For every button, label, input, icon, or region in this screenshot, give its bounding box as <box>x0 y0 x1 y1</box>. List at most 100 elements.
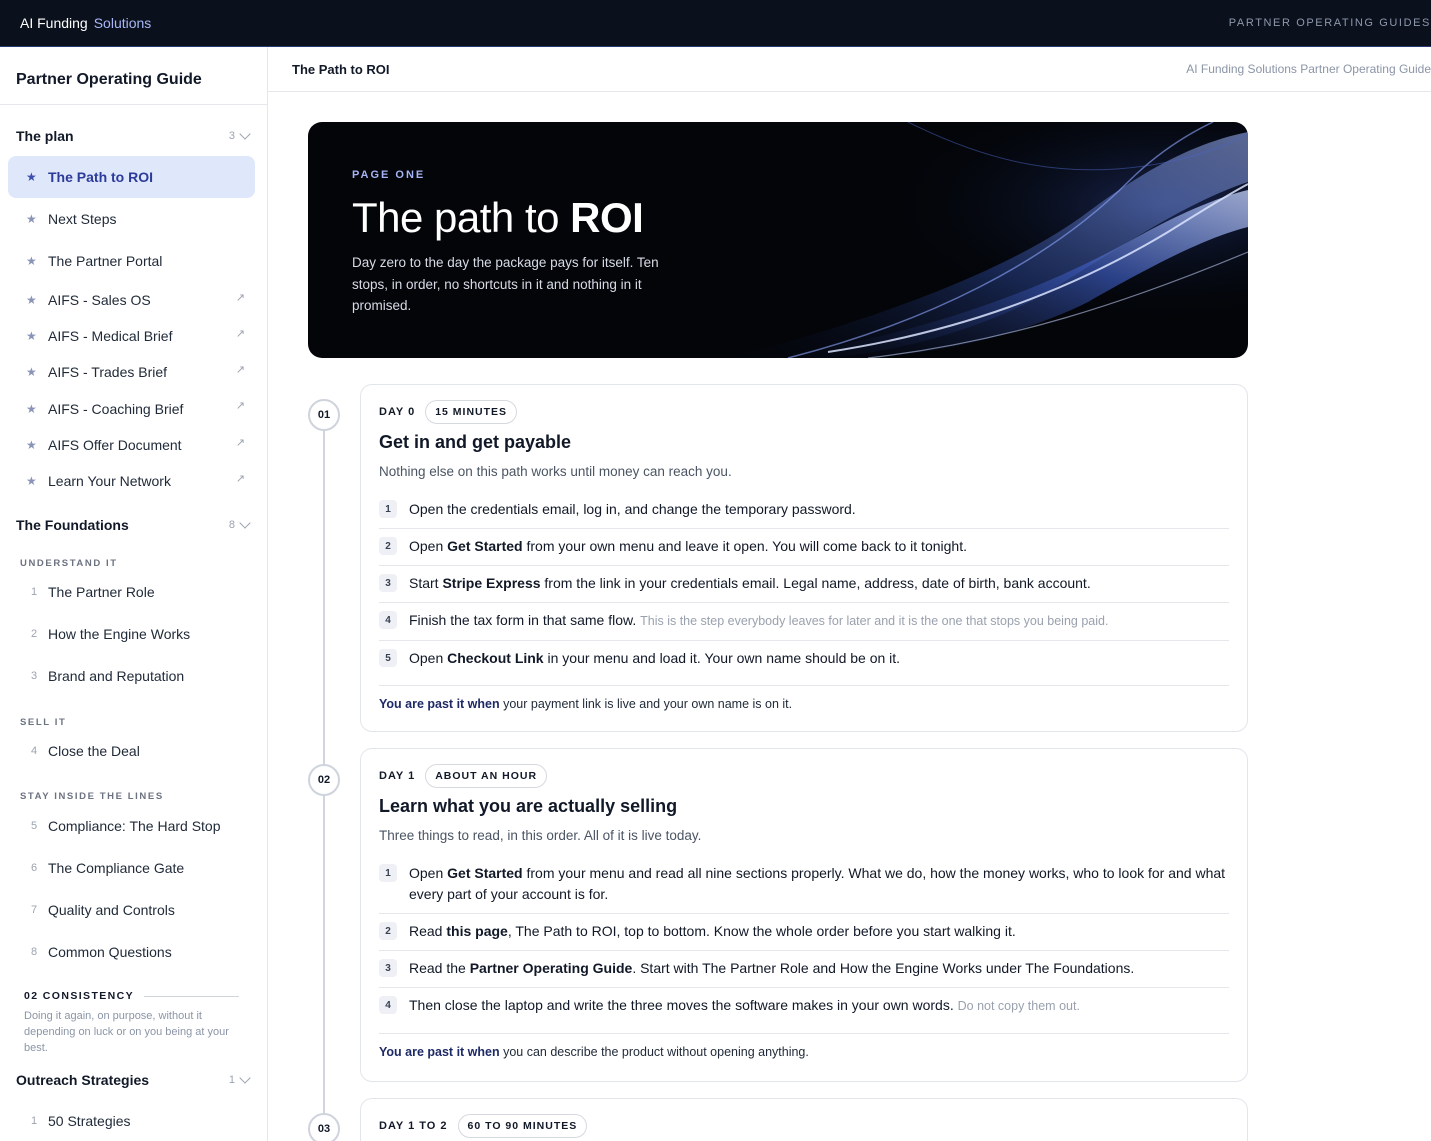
sidebar-item-the-path-to-roi[interactable]: ★ The Path to ROI <box>8 156 255 198</box>
completion-label: You are past it when <box>379 1045 500 1059</box>
group-heading-sell-it: SELL IT <box>20 717 67 728</box>
completion-criteria: You are past it when your payment link i… <box>379 685 1229 711</box>
sidebar-item-label: 50 Strategies <box>48 1113 131 1129</box>
sidebar-item-next-steps[interactable]: ★ Next Steps <box>8 198 255 240</box>
stop-title: Get in and get payable <box>379 432 572 452</box>
partner-guides-link[interactable]: PARTNER OPERATING GUIDES <box>1229 17 1431 29</box>
step-text: Read the Partner Operating Guide. Start … <box>409 958 1134 979</box>
hero-title: The path to ROI <box>352 194 644 242</box>
sidebar-item-aifs-coaching-brief[interactable]: ★ AIFS - Coaching Brief ↗ <box>8 390 255 427</box>
external-link-icon: ↗ <box>235 437 245 449</box>
sidebar-item-label: Close the Deal <box>48 743 140 759</box>
section-label: Outreach Strategies <box>16 1072 150 1088</box>
item-number: 2 <box>31 628 38 640</box>
external-link-icon: ↗ <box>235 473 245 485</box>
duration-badge: ABOUT AN HOUR <box>425 764 548 788</box>
step-text-part: from your menu and read all nine section… <box>409 865 1226 902</box>
section-header-the-plan[interactable]: The plan 3 <box>0 116 267 156</box>
consistency-text: Doing it again, on purpose, without it d… <box>24 1010 229 1054</box>
sidebar-item-label: Brand and Reputation <box>48 668 185 684</box>
sidebar-item-the-compliance-gate[interactable]: 6 The Compliance Gate <box>8 847 255 889</box>
step-list: 1 Open Get Started from your menu and rea… <box>379 856 1229 1025</box>
step-text-part: Open <box>409 865 448 881</box>
sidebar-item-label: Learn Your Network <box>48 473 171 489</box>
step-number: 4 <box>379 996 397 1014</box>
completion-label: You are past it when <box>379 697 500 711</box>
sidebar-item-the-partner-portal[interactable]: ★ The Partner Portal <box>8 240 255 282</box>
item-number: 6 <box>31 862 38 874</box>
sidebar-item-label: The Partner Portal <box>48 253 163 269</box>
item-number: 4 <box>31 745 38 757</box>
sidebar: Partner Operating Guide The plan 3 ★ The… <box>0 47 268 1141</box>
sidebar-item-label: AIFS - Medical Brief <box>48 328 173 344</box>
sidebar-item-close-the-deal[interactable]: 4 Close the Deal <box>8 730 255 772</box>
step-note: Do not copy them out. <box>957 999 1080 1013</box>
section-header-the-foundations[interactable]: The Foundations 8 <box>0 505 267 545</box>
step-list: 1 Open the credentials email, log in, and… <box>379 492 1229 677</box>
hero-title-bold: ROI <box>570 194 644 241</box>
step-text: Read this page, The Path to ROI, top to … <box>409 921 1016 942</box>
step-text-part: from the link in your credentials email.… <box>540 575 1091 591</box>
sidebar-item-aifs-offer-document[interactable]: ★ AIFS Offer Document ↗ <box>8 427 255 463</box>
step-emphasis: Checkout Link <box>447 650 544 666</box>
step-text: Open Checkout Link in your menu and load… <box>409 648 900 669</box>
sidebar-item-label: AIFS - Coaching Brief <box>48 400 184 417</box>
step-item: 5 Open Checkout Link in your menu and loa… <box>379 641 1229 677</box>
step-number: 1 <box>379 500 397 518</box>
consistency-note: 02 CONSISTENCY Doing it again, on purpos… <box>24 990 239 1056</box>
day-label: DAY 1 TO 2 <box>379 1120 448 1132</box>
step-text: Open the credentials email, log in, and … <box>409 499 856 520</box>
sidebar-item-common-questions[interactable]: 8 Common Questions <box>8 931 255 973</box>
step-number: 4 <box>379 611 397 629</box>
step-item: 2 Read this page, The Path to ROI, top to… <box>379 914 1229 951</box>
item-number: 3 <box>31 670 38 682</box>
step-text-part: Finish the tax form in that same flow. <box>409 612 641 628</box>
main-content: The Path to ROI AI Funding Solutions Par… <box>268 47 1431 1141</box>
step-number: 5 <box>379 649 397 667</box>
sidebar-item-quality-and-controls[interactable]: 7 Quality and Controls <box>8 889 255 931</box>
stop-card: DAY 1 ABOUT AN HOUR Learn what you are a… <box>360 748 1248 1082</box>
sidebar-item-aifs-sales-os[interactable]: ★ AIFS - Sales OS ↗ <box>8 282 255 318</box>
sidebar-item-label: Quality and Controls <box>48 902 175 918</box>
step-text: Finish the tax form in that same flow. T… <box>409 610 1108 632</box>
sidebar-item-brand-and-reputation[interactable]: 3 Brand and Reputation <box>8 655 255 697</box>
step-text-part: Read <box>409 923 447 939</box>
item-number: 8 <box>31 946 38 958</box>
hero-banner: PAGE ONE The path to ROI Day zero to the… <box>308 122 1248 358</box>
sidebar-item-label: Common Questions <box>48 944 172 960</box>
item-number: 5 <box>31 820 38 832</box>
duration-badge: 15 MINUTES <box>425 400 518 424</box>
step-item: 3 Read the Partner Operating Guide. Start… <box>379 951 1229 988</box>
sidebar-item-label: The Path to ROI <box>48 169 153 185</box>
step-item: 4 Then close the laptop and write the thr… <box>379 988 1229 1025</box>
step-note: This is the step everybody leaves for la… <box>640 614 1109 628</box>
sidebar-item-label: Next Steps <box>48 211 117 227</box>
sidebar-item-learn-your-network[interactable]: ★ Learn Your Network ↗ <box>8 463 255 499</box>
hero-eyebrow: PAGE ONE <box>352 169 426 181</box>
sidebar-item-aifs-medical-brief[interactable]: ★ AIFS - Medical Brief ↗ <box>8 318 255 354</box>
external-link-icon: ↗ <box>235 328 245 340</box>
external-link-icon: ↗ <box>235 364 245 376</box>
step-number: 2 <box>379 922 397 940</box>
star-icon: ★ <box>26 170 37 184</box>
step-text-part: Then close the laptop and write the thre… <box>409 997 958 1013</box>
step-item: 2 Open Get Started from your own menu and… <box>379 529 1229 566</box>
divider <box>144 995 239 997</box>
brand-logo[interactable]: AI Funding Solutions <box>20 15 151 31</box>
star-icon: ★ <box>26 212 37 226</box>
group-heading-understand-it: UNDERSTAND IT <box>20 558 118 569</box>
sidebar-item-how-the-engine-works[interactable]: 2 How the Engine Works <box>8 613 255 655</box>
step-emphasis: Get Started <box>447 865 523 881</box>
page-title: The Path to ROI <box>292 61 390 77</box>
step-emphasis: Stripe Express <box>442 575 541 591</box>
sidebar-item-aifs-trades-brief[interactable]: ★ AIFS - Trades Brief ↗ <box>8 354 255 390</box>
section-header-outreach-strategies[interactable]: Outreach Strategies 1 <box>0 1060 267 1100</box>
sidebar-item-the-partner-role[interactable]: 1 The Partner Role <box>8 571 255 613</box>
sidebar-item-50-strategies[interactable]: 1 50 Strategies <box>8 1100 255 1141</box>
step-number: 3 <box>379 959 397 977</box>
section-count: 8 <box>228 519 235 531</box>
sidebar-item-compliance-the-hard-stop[interactable]: 5 Compliance: The Hard Stop <box>8 805 255 847</box>
external-link-icon: ↗ <box>235 292 245 304</box>
sidebar-item-label: AIFS - Trades Brief <box>48 364 168 380</box>
completion-text: your payment link is live and your own n… <box>499 697 793 711</box>
